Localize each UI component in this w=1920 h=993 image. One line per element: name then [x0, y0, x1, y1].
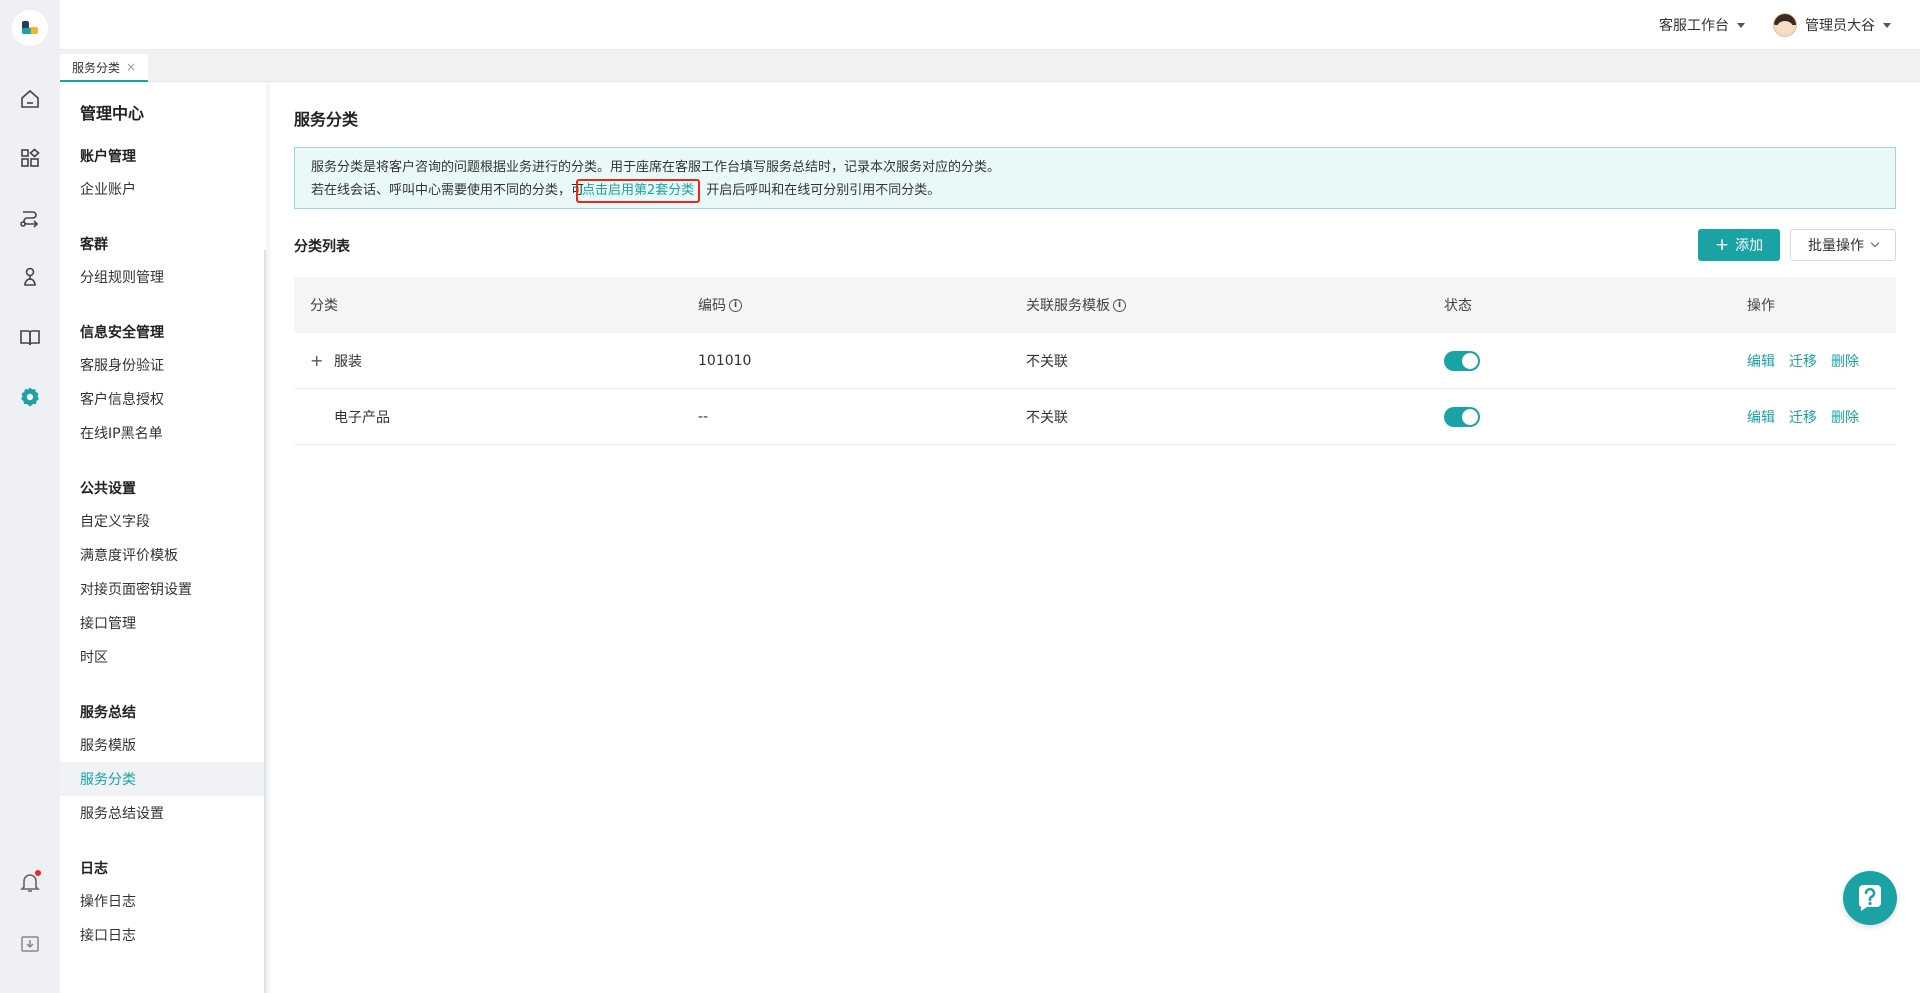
status-cell	[1444, 333, 1480, 388]
migrate-link[interactable]: 迁移	[1789, 351, 1817, 371]
tab-service-category[interactable]: 服务分类 ×	[60, 54, 149, 82]
info-icon[interactable]: i	[729, 298, 742, 312]
sidebar-item-enterprise-account[interactable]: 企业账户	[60, 172, 266, 206]
batch-operation-label: 批量操作	[1808, 238, 1864, 254]
info-icon[interactable]: i	[1113, 298, 1126, 312]
avatar	[1773, 13, 1797, 37]
actions-cell: 编辑 迁移 删除	[1747, 389, 1873, 444]
actions-cell: 编辑 迁移 删除	[1747, 333, 1873, 388]
sidebar-group-service-summary: 服务总结	[80, 705, 136, 721]
page-title: 服务分类	[294, 110, 359, 129]
notice-line-2-suffix: 开启后呼叫和在线可分别引用不同分类。	[706, 183, 941, 198]
category-cell: + 服装	[310, 333, 362, 388]
user-name: 管理员大谷	[1805, 18, 1875, 34]
notification-dot	[35, 870, 41, 876]
sidebar-item-custom-fields[interactable]: 自定义字段	[60, 504, 266, 538]
notice-line-2: 若在线会话、呼叫中心需要使用不同的分类，可点击启用第2套分类 开启后呼叫和在线可分…	[311, 179, 1879, 203]
caret-down-icon	[1737, 22, 1745, 28]
notice-line-2-prefix: 若在线会话、呼叫中心需要使用不同的分类，可	[311, 183, 585, 198]
tab-strip: 服务分类 ×	[60, 50, 1920, 82]
sidebar-item-summary-settings[interactable]: 服务总结设置	[60, 796, 266, 830]
add-button[interactable]: + 添加	[1698, 229, 1780, 261]
sidebar-item-ip-blacklist[interactable]: 在线IP黑名单	[60, 416, 266, 450]
apps-icon[interactable]	[17, 145, 43, 171]
sidebar-group-security: 信息安全管理	[80, 325, 164, 341]
table-row: + 服装 101010 不关联 编辑 迁移 删除	[294, 333, 1896, 389]
sidebar-group-logs: 日志	[80, 861, 108, 877]
sidebar-item-satisfaction-template[interactable]: 满意度评价模板	[60, 538, 266, 572]
sidebar-item-agent-auth[interactable]: 客服身份验证	[60, 348, 266, 382]
list-title: 分类列表	[294, 239, 350, 255]
chevron-down-icon	[1870, 238, 1880, 248]
col-actions: 操作	[1747, 298, 1775, 314]
category-name: 服装	[334, 353, 362, 370]
sidebar-item-service-template[interactable]: 服务模版	[60, 728, 266, 762]
template-cell: 不关联	[1026, 409, 1068, 426]
status-toggle[interactable]	[1444, 406, 1480, 427]
sidebar-item-api-log[interactable]: 接口日志	[60, 918, 266, 952]
user-menu[interactable]: 管理员大谷	[1773, 0, 1891, 50]
question-bubble-icon	[1858, 885, 1881, 911]
col-status: 状态	[1444, 298, 1472, 314]
notice-line-1: 服务分类是将客户咨询的问题根据业务进行的分类。用于座席在客服工作台填写服务总结时…	[311, 160, 1001, 175]
tab-label: 服务分类	[72, 60, 121, 75]
sidebar-group-account: 账户管理	[80, 149, 136, 165]
status-cell	[1444, 389, 1480, 444]
top-bar: 客服工作台 管理员大谷	[60, 0, 1920, 50]
plus-icon: +	[1714, 234, 1730, 255]
category-cell: 电子产品	[310, 389, 390, 444]
book-icon[interactable]	[17, 324, 43, 350]
help-button[interactable]	[1843, 871, 1897, 925]
batch-operation-dropdown[interactable]: 批量操作	[1790, 229, 1896, 261]
col-code: 编码 i	[698, 277, 742, 333]
sidebar-title: 管理中心	[80, 104, 145, 123]
download-icon[interactable]	[17, 930, 43, 956]
home-icon[interactable]	[17, 86, 43, 112]
sidebar-group-customer-group: 客群	[80, 237, 108, 253]
sidebar: 管理中心 账户管理 企业账户 客群 分组规则管理 信息安全管理 客服身份验证 客…	[60, 82, 266, 993]
col-category: 分类	[310, 298, 338, 314]
code-cell: 101010	[698, 352, 752, 369]
sidebar-item-timezone[interactable]: 时区	[60, 640, 266, 674]
sidebar-item-service-category[interactable]: 服务分类	[60, 762, 266, 796]
workspace-dropdown[interactable]: 客服工作台	[1659, 0, 1745, 50]
delete-link[interactable]: 删除	[1831, 351, 1859, 371]
caret-down-icon	[1883, 22, 1891, 28]
col-template-label: 关联服务模板	[1026, 298, 1110, 314]
logo-icon	[22, 21, 38, 34]
info-notice: 服务分类是将客户咨询的问题根据业务进行的分类。用于座席在客服工作台填写服务总结时…	[294, 147, 1896, 209]
edit-link[interactable]: 编辑	[1747, 351, 1775, 371]
add-button-label: 添加	[1735, 238, 1764, 254]
category-table: 分类 编码 i 关联服务模板 i 状态 操作 + 服装 101010 不关联 编…	[294, 277, 1896, 445]
route-icon[interactable]	[17, 205, 43, 231]
icon-rail	[0, 0, 60, 993]
delete-link[interactable]: 删除	[1831, 407, 1859, 427]
edit-link[interactable]: 编辑	[1747, 407, 1775, 427]
close-icon[interactable]: ×	[126, 60, 136, 74]
col-code-label: 编码	[698, 298, 726, 314]
gear-icon[interactable]	[17, 384, 43, 410]
user-tree-icon[interactable]	[17, 264, 43, 290]
sidebar-item-customer-info-auth[interactable]: 客户信息授权	[60, 382, 266, 416]
table-row: 电子产品 -- 不关联 编辑 迁移 删除	[294, 389, 1896, 445]
template-cell: 不关联	[1026, 353, 1068, 370]
code-cell: --	[698, 408, 709, 425]
sidebar-item-page-key-settings[interactable]: 对接页面密钥设置	[60, 572, 266, 606]
migrate-link[interactable]: 迁移	[1789, 407, 1817, 427]
category-name: 电子产品	[334, 409, 390, 426]
enable-second-category-link[interactable]: 点击启用第2套分类	[576, 179, 701, 203]
sidebar-item-api-management[interactable]: 接口管理	[60, 606, 266, 640]
status-toggle[interactable]	[1444, 350, 1480, 371]
col-template: 关联服务模板 i	[1026, 277, 1126, 333]
sidebar-group-public-settings: 公共设置	[80, 481, 136, 497]
expand-icon[interactable]: +	[310, 351, 324, 370]
sidebar-item-group-rules[interactable]: 分组规则管理	[60, 260, 266, 294]
workspace-label: 客服工作台	[1659, 18, 1729, 34]
table-header: 分类 编码 i 关联服务模板 i 状态 操作	[294, 277, 1896, 333]
bell-icon[interactable]	[17, 869, 43, 895]
sidebar-item-operation-log[interactable]: 操作日志	[60, 884, 266, 918]
main-content: 服务分类 服务分类是将客户咨询的问题根据业务进行的分类。用于座席在客服工作台填写…	[270, 82, 1920, 993]
sidebar-scrollbar[interactable]	[264, 250, 266, 993]
app-logo[interactable]	[12, 10, 48, 46]
